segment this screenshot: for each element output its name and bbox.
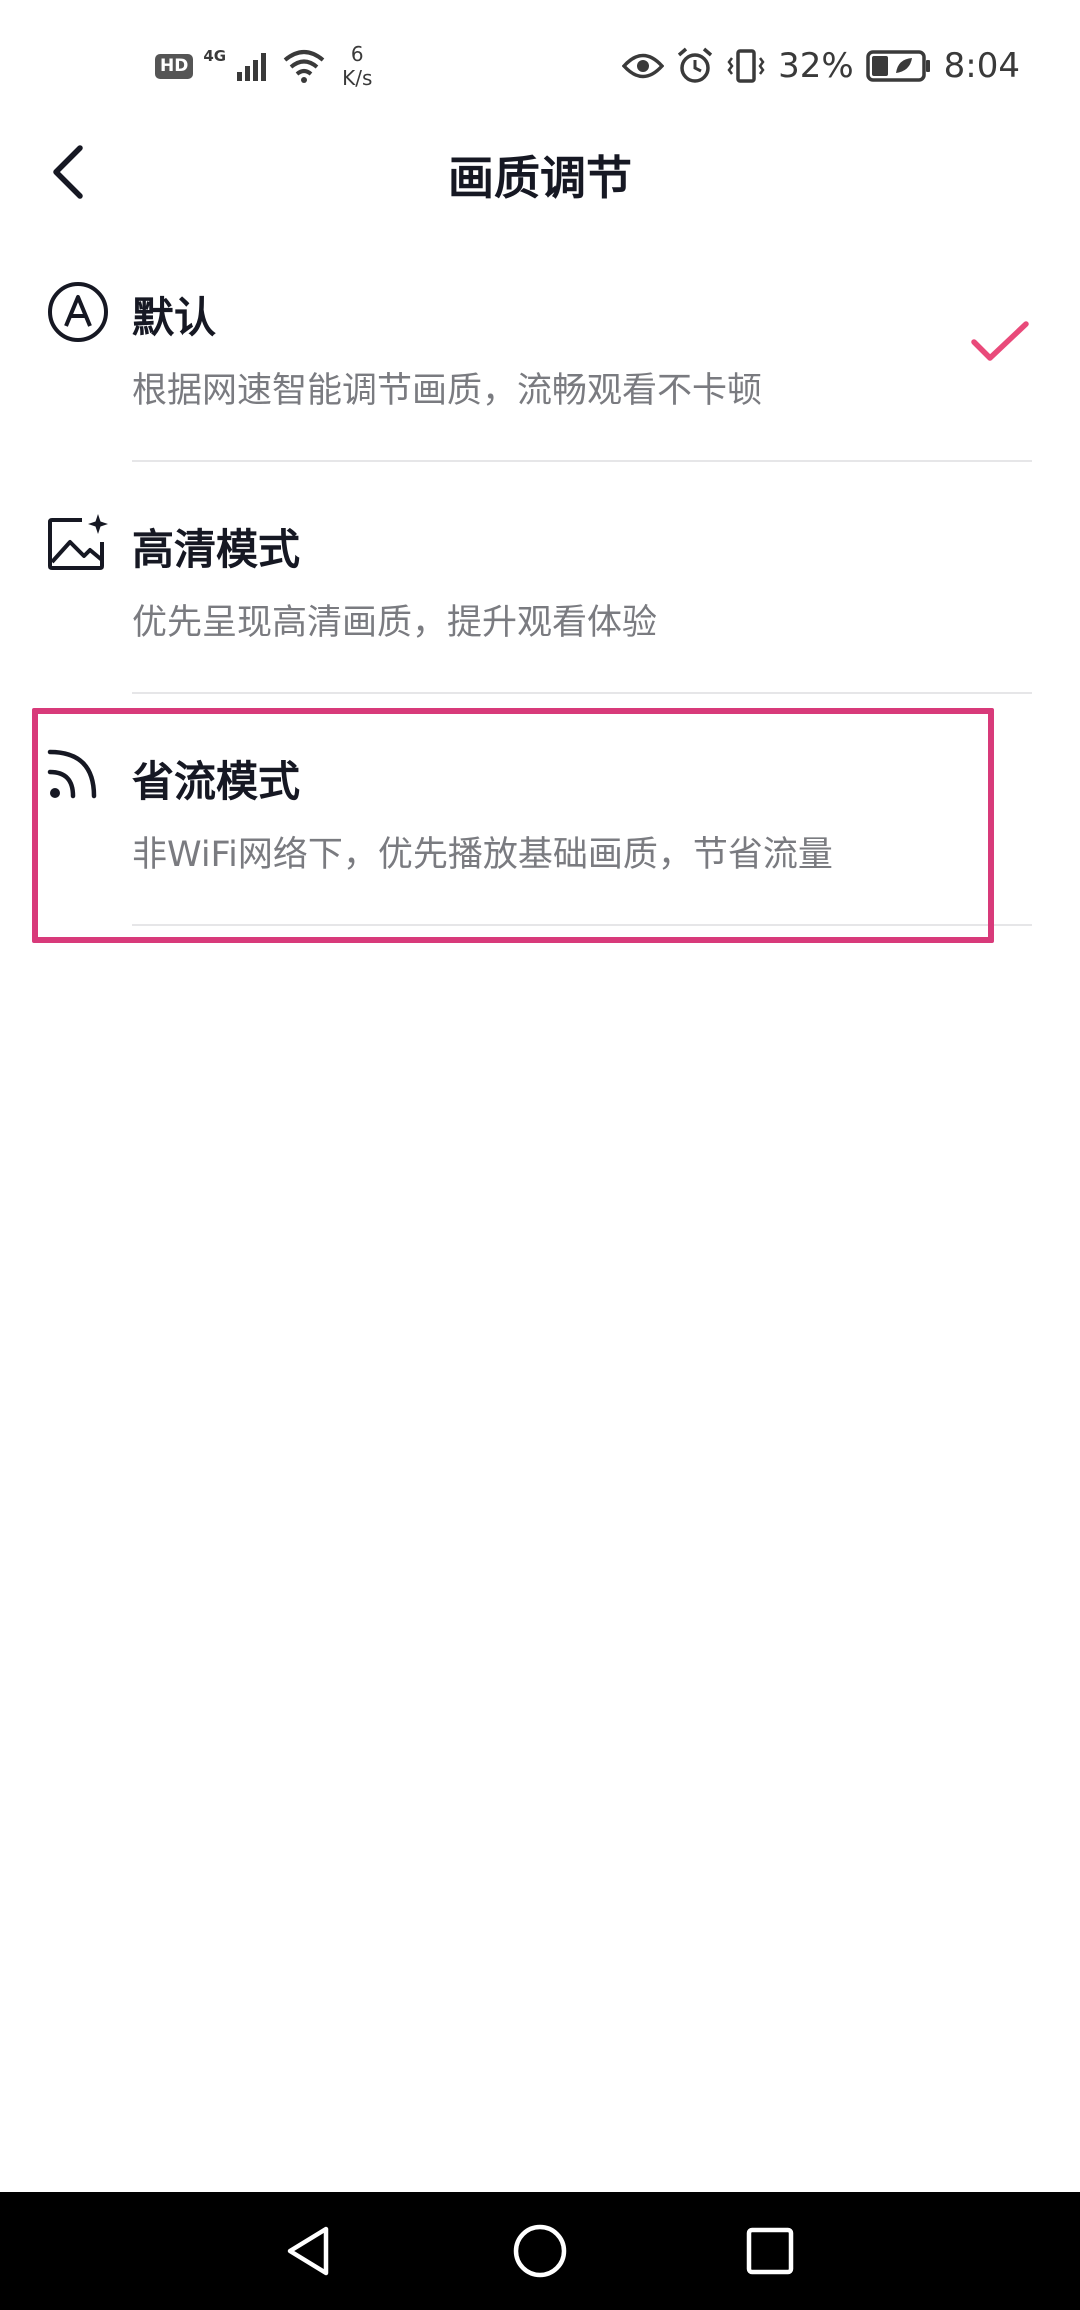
wifi-icon xyxy=(283,50,325,83)
highlight-box xyxy=(32,708,994,943)
status-left: HD 4G 6 K/s xyxy=(155,36,372,96)
network-speed-value: 6 xyxy=(350,42,364,66)
eye-icon xyxy=(622,53,665,79)
clock: 8:04 xyxy=(943,46,1020,86)
option-description: 优先呈现高清画质，提升观看体验 xyxy=(132,603,658,643)
battery-percent: 32% xyxy=(778,46,854,86)
option-divider xyxy=(132,460,1032,462)
home-circle-icon[interactable] xyxy=(510,2221,570,2281)
system-nav-bar xyxy=(0,2192,1080,2310)
option-description: 根据网速智能调节画质，流畅观看不卡顿 xyxy=(132,371,763,411)
status-right: 32% 8:04 xyxy=(622,36,1020,96)
hd-badge: HD xyxy=(155,53,194,79)
option-default[interactable]: 默认 根据网速智能调节画质，流畅观看不卡顿 xyxy=(0,250,1080,480)
auto-a-icon xyxy=(48,282,108,342)
option-title: 高清模式 xyxy=(132,525,301,574)
network-type-label: 4G xyxy=(203,47,227,65)
option-divider xyxy=(132,692,1032,694)
network-speed: 6 K/s xyxy=(342,42,372,90)
alarm-icon xyxy=(677,47,713,83)
recents-square-icon[interactable] xyxy=(740,2221,800,2281)
vibrate-icon xyxy=(727,49,765,83)
option-hd[interactable]: 高清模式 优先呈现高清画质，提升观看体验 xyxy=(0,482,1080,712)
option-title: 默认 xyxy=(132,293,217,342)
hd-image-icon xyxy=(48,514,108,570)
header: 画质调节 xyxy=(0,120,1080,220)
cellular-signal-icon xyxy=(237,53,267,81)
network-speed-unit: K/s xyxy=(342,66,373,90)
page-title: 画质调节 xyxy=(448,151,632,205)
back-triangle-icon[interactable] xyxy=(280,2221,340,2281)
status-bar: HD 4G 6 K/s 32% 8:04 xyxy=(0,0,1080,130)
checkmark-icon xyxy=(971,321,1029,361)
battery-icon xyxy=(865,50,930,82)
